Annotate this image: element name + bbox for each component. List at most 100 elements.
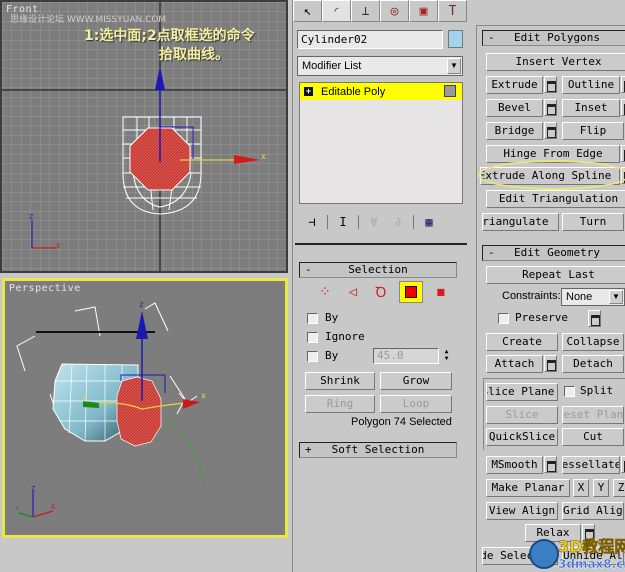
by-vertex-label: By (325, 311, 339, 324)
rollout-title: Selection (348, 263, 408, 276)
planar-y-button[interactable]: Y (593, 479, 609, 497)
make-unique-icon[interactable]: ∀ (365, 215, 383, 229)
insert-vertex-button[interactable]: Insert Vertex (486, 53, 625, 71)
planar-x-button[interactable]: X (573, 479, 589, 497)
edit-panel: - Edit Polygons Insert Vertex Extrude Ou… (472, 0, 625, 572)
grow-button[interactable]: Grow (380, 372, 452, 390)
retriangulate-button[interactable]: Retriangulate (482, 213, 559, 231)
tripod-z-label: Z (29, 213, 33, 221)
detach-button[interactable]: Detach (562, 355, 624, 373)
outline-settings-button[interactable] (621, 76, 625, 93)
modifier-stack[interactable]: + Editable Poly (299, 82, 463, 204)
logo-swirl-icon (529, 539, 559, 569)
grid-align-button[interactable]: Grid Align (562, 502, 624, 520)
selection-rollout-header[interactable]: - Selection (299, 262, 457, 278)
edit-polygons-rollout-header[interactable]: - Edit Polygons (482, 30, 625, 46)
expand-icon[interactable]: + (304, 87, 313, 96)
divider (295, 243, 467, 245)
split-label: Split (580, 384, 614, 397)
viewport-label-perspective[interactable]: Perspective (9, 283, 81, 294)
tessellate-settings-button[interactable] (621, 456, 625, 473)
divider (413, 215, 414, 229)
bevel-settings-button[interactable] (544, 99, 557, 116)
polygon-mode-icon[interactable] (399, 281, 423, 303)
edge-mode-icon[interactable]: ◁ (343, 282, 363, 302)
ignore-backfacing-checkbox[interactable] (307, 332, 318, 343)
bridge-button[interactable]: Bridge (486, 122, 543, 140)
shrink-button[interactable]: Shrink (305, 372, 375, 390)
expand-icon: + (305, 443, 312, 456)
stack-item-editable-poly[interactable]: + Editable Poly (300, 83, 462, 100)
edit-geometry-rollout-header[interactable]: - Edit Geometry (482, 245, 625, 261)
site-logo: 3D教程网 3dmax8.cn (528, 534, 625, 572)
split-checkbox[interactable] (564, 386, 575, 397)
perspective-viewport[interactable]: z x y Z X Y Perspective (2, 278, 288, 538)
preserve-uvs-checkbox[interactable] (498, 313, 509, 324)
attach-button[interactable]: Attach (486, 355, 543, 373)
constraints-dropdown[interactable]: None ▼ (561, 288, 625, 306)
msmooth-settings-button[interactable] (544, 456, 557, 473)
collapse-button[interactable]: Collapse (562, 333, 624, 351)
hinge-settings-button[interactable] (621, 145, 625, 162)
attach-settings-button[interactable] (544, 355, 557, 372)
inset-button[interactable]: Inset (562, 99, 620, 117)
element-mode-icon[interactable]: ◼ (431, 282, 451, 302)
front-viewport[interactable]: x Z X Front 思缘设计论坛 WWW.MISSYUAN.COM 1:选中… (0, 0, 288, 273)
reset-plane-button[interactable]: Reset Plane (562, 406, 624, 424)
pin-stack-icon[interactable]: ⊣ (303, 215, 321, 229)
angle-spinner[interactable]: 45.0 (373, 348, 439, 364)
by-angle-checkbox[interactable] (307, 351, 318, 362)
bevel-button[interactable]: Bevel (486, 99, 543, 117)
view-align-button[interactable]: View Align (486, 502, 558, 520)
vertex-mode-icon[interactable]: ⁘ (315, 282, 335, 302)
modify-arc-icon: ◜ (332, 3, 341, 19)
turn-button[interactable]: Turn (562, 213, 624, 231)
show-end-result-icon[interactable]: Ι (334, 215, 352, 229)
tab-utilities[interactable]: T (438, 0, 467, 22)
ring-button[interactable]: Ring (305, 395, 375, 413)
bridge-settings-button[interactable] (544, 122, 557, 139)
outline-button[interactable]: Outline (562, 76, 620, 94)
quickslice-button[interactable]: QuickSlice (486, 428, 558, 446)
edit-triangulation-button[interactable]: Edit Triangulation (486, 190, 625, 208)
cut-button[interactable]: Cut (562, 428, 624, 446)
object-name-field[interactable]: Cylinder02 (297, 30, 443, 49)
tab-modify[interactable]: ◜ (322, 0, 351, 22)
extrude-settings-button[interactable] (544, 76, 557, 93)
command-panel: ↖ ◜ ⊥ ◎ ▣ T Cylinder02 Modifier List ▼ +… (292, 0, 470, 572)
make-planar-button[interactable]: Make Planar (486, 479, 570, 497)
loop-button[interactable]: Loop (380, 395, 452, 413)
tessellate-button[interactable]: Tessellate (562, 456, 620, 474)
tab-motion[interactable]: ◎ (380, 0, 409, 22)
annotation-line-1: 1:选中面;2点取框选的命令 (84, 28, 255, 44)
msmooth-button[interactable]: MSmooth (486, 456, 543, 474)
preserve-uvs-settings-button[interactable] (588, 310, 601, 327)
flip-button[interactable]: Flip (562, 122, 624, 140)
chevron-down-icon[interactable]: ▼ (609, 290, 623, 304)
chevron-down-icon[interactable]: ▼ (447, 58, 461, 74)
extrude-button[interactable]: Extrude (486, 76, 543, 94)
configure-sets-icon[interactable]: ▦ (420, 215, 438, 229)
gizmo-x-label: x (261, 152, 266, 161)
slice-plane-button[interactable]: Slice Plane (486, 383, 558, 401)
tab-display[interactable]: ▣ (409, 0, 438, 22)
object-color-swatch[interactable] (448, 30, 463, 48)
soft-selection-rollout-header[interactable]: + Soft Selection (299, 442, 457, 458)
tab-hierarchy[interactable]: ⊥ (351, 0, 380, 22)
border-mode-icon[interactable]: Ꝺ (371, 282, 391, 302)
planar-z-button[interactable]: Z (613, 479, 625, 497)
selection-status: Polygon 74 Selected (351, 416, 452, 428)
tripod-z-label: Z (31, 485, 35, 493)
repeat-last-button[interactable]: Repeat Last (486, 266, 625, 284)
tab-create[interactable]: ↖ (293, 0, 322, 22)
create-button[interactable]: Create (486, 333, 558, 351)
spinner-arrows-icon[interactable]: ▲ ▼ (442, 348, 451, 364)
modifier-list-dropdown[interactable]: Modifier List ▼ (297, 56, 463, 76)
slice-button[interactable]: Slice (486, 406, 558, 424)
remove-modifier-icon[interactable]: ∂ (389, 215, 407, 229)
ignore-backfacing-label: Ignore (325, 330, 365, 343)
inset-settings-button[interactable] (621, 99, 625, 116)
by-vertex-checkbox[interactable] (307, 313, 318, 324)
command-panel-tabs: ↖ ◜ ⊥ ◎ ▣ T (293, 0, 471, 22)
stack-item-toggle[interactable] (444, 85, 456, 97)
